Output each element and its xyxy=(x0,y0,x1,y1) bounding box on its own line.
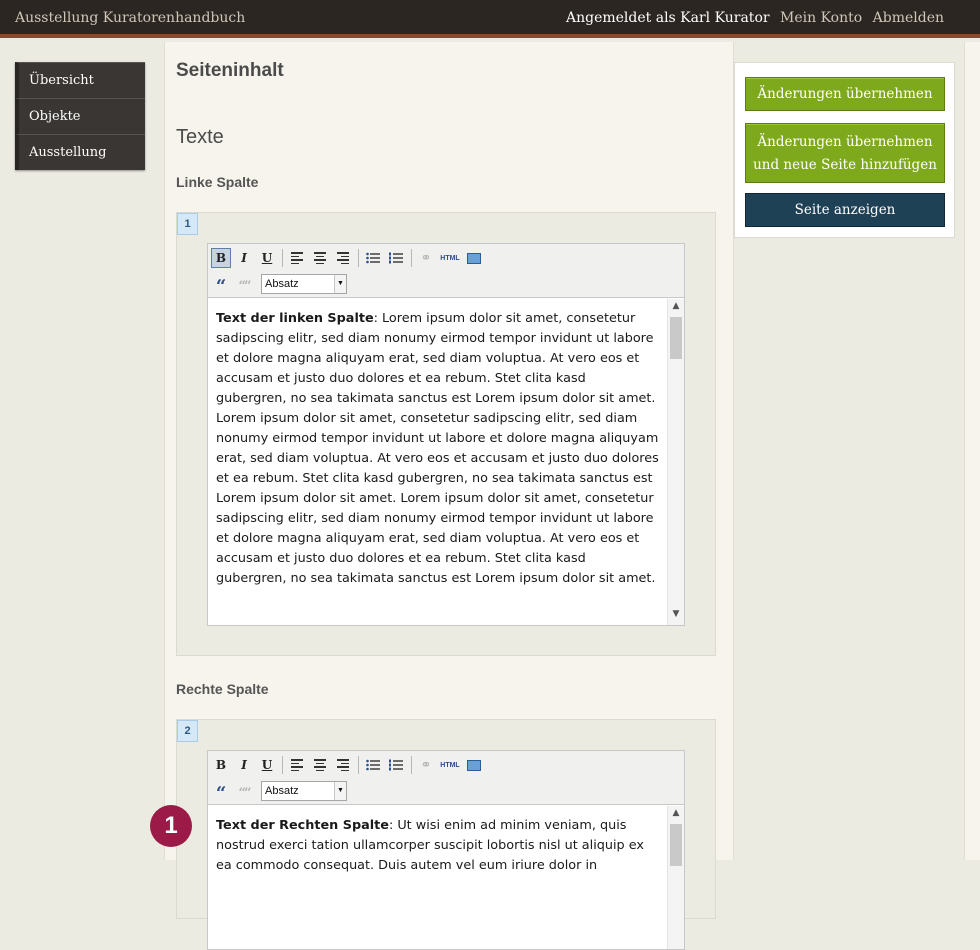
format-select[interactable]: Absatz ▼ xyxy=(261,781,347,801)
sidebar-item-overview[interactable]: Übersicht xyxy=(15,62,145,98)
blockquote-icon[interactable]: “ xyxy=(211,781,231,803)
actions-panel: Änderungen übernehmen Änderungen überneh… xyxy=(734,62,955,238)
remove-blockquote-icon[interactable]: “” xyxy=(234,274,254,294)
editor-content[interactable]: Text der Rechten Spalte: Ut wisi enim ad… xyxy=(208,806,667,949)
sidebar-item-objects[interactable]: Objekte xyxy=(15,98,145,134)
app-title[interactable]: Ausstellung Kuratorenhandbuch xyxy=(15,10,245,26)
editor-toolbar: B I U ⚭ HTML “ “” Absatz ▼ xyxy=(208,751,684,805)
right-edge-panel xyxy=(964,42,980,860)
right-column-heading: Rechte Spalte xyxy=(176,681,269,697)
logged-in-label: Angemeldet als Karl Kurator xyxy=(565,10,770,26)
toolbar-separator xyxy=(358,756,359,774)
align-right-icon[interactable] xyxy=(333,755,353,775)
scroll-thumb[interactable] xyxy=(670,317,682,359)
apply-changes-button[interactable]: Änderungen übernehmen xyxy=(745,77,945,111)
remove-blockquote-icon[interactable]: “” xyxy=(234,781,254,801)
numbered-list-icon[interactable] xyxy=(386,755,406,775)
logout-link[interactable]: Abmelden xyxy=(873,10,944,26)
format-select[interactable]: Absatz ▼ xyxy=(261,274,347,294)
italic-button[interactable]: I xyxy=(234,248,254,268)
editor-toolbar: B I U ⚭ HTML “ “” Absatz ▼ xyxy=(208,244,684,298)
scroll-down-icon[interactable]: ▼ xyxy=(668,609,684,623)
scroll-up-icon[interactable]: ▲ xyxy=(668,808,684,822)
chevron-down-icon: ▼ xyxy=(334,782,346,800)
page-title: Seiteninhalt xyxy=(176,60,284,81)
numbered-list-icon[interactable] xyxy=(386,248,406,268)
bold-button[interactable]: B xyxy=(211,248,231,268)
align-left-icon[interactable] xyxy=(287,248,307,268)
left-column-block: 1 B I U ⚭ HTML “ “” Absatz ▼ Text der li… xyxy=(176,212,716,656)
top-bar: Ausstellung Kuratorenhandbuch Angemeldet… xyxy=(0,0,980,38)
apply-and-add-page-label-line1: Änderungen übernehmen xyxy=(757,134,933,150)
align-center-icon[interactable] xyxy=(310,755,330,775)
link-icon[interactable]: ⚭ xyxy=(416,755,436,775)
media-icon[interactable] xyxy=(464,248,484,268)
block-number-badge: 1 xyxy=(177,213,198,235)
italic-button[interactable]: I xyxy=(234,755,254,775)
sidebar-item-exhibition[interactable]: Ausstellung xyxy=(15,134,145,170)
step-callout-badge: 1 xyxy=(150,805,192,847)
block-number-badge: 2 xyxy=(177,720,198,742)
editor-lead-text: Text der linken Spalte xyxy=(216,311,374,326)
underline-button[interactable]: U xyxy=(257,755,277,775)
rich-text-editor[interactable]: B I U ⚭ HTML xyxy=(207,750,685,950)
html-source-button[interactable]: HTML xyxy=(439,755,461,775)
bullet-list-icon[interactable] xyxy=(363,755,383,775)
apply-and-add-page-button[interactable]: Änderungen übernehmen und neue Seite hin… xyxy=(745,123,945,183)
toolbar-separator xyxy=(411,756,412,774)
account-link[interactable]: Mein Konto xyxy=(780,10,862,26)
chevron-down-icon: ▼ xyxy=(334,275,346,293)
toolbar-separator xyxy=(282,756,283,774)
align-center-icon[interactable] xyxy=(310,248,330,268)
left-column-heading: Linke Spalte xyxy=(176,174,259,190)
sidebar-nav: Übersicht Objekte Ausstellung xyxy=(15,62,145,170)
toolbar-separator xyxy=(282,249,283,267)
editor-scrollbar[interactable]: ▲ xyxy=(667,806,684,949)
underline-button[interactable]: U xyxy=(257,248,277,268)
bullet-list-icon[interactable] xyxy=(363,248,383,268)
rich-text-editor[interactable]: B I U ⚭ HTML xyxy=(207,243,685,626)
editor-content[interactable]: Text der linken Spalte: Lorem ipsum dolo… xyxy=(208,299,667,625)
apply-and-add-page-label-line2: und neue Seite hinzufügen xyxy=(753,157,937,173)
toolbar-separator xyxy=(358,249,359,267)
format-select-value: Absatz xyxy=(265,785,299,797)
view-page-button[interactable]: Seite anzeigen xyxy=(745,193,945,227)
main-panel: Seiteninhalt Texte Linke Spalte 1 B I U xyxy=(164,42,734,950)
section-title: Texte xyxy=(176,126,224,148)
format-select-value: Absatz xyxy=(265,278,299,290)
bold-button[interactable]: B xyxy=(211,755,231,775)
align-left-icon[interactable] xyxy=(287,755,307,775)
toolbar-separator xyxy=(411,249,412,267)
scroll-up-icon[interactable]: ▲ xyxy=(668,301,684,315)
right-column-block: 2 B I U ⚭ HTML “ “” Absatz ▼ Text der Re… xyxy=(176,719,716,950)
align-right-icon[interactable] xyxy=(333,248,353,268)
blockquote-icon[interactable]: “ xyxy=(211,274,231,296)
editor-body-text: : Lorem ipsum dolor sit amet, consetetur… xyxy=(216,311,659,586)
editor-lead-text: Text der Rechten Spalte xyxy=(216,818,389,833)
html-source-button[interactable]: HTML xyxy=(439,248,461,268)
user-menu: Angemeldet als Karl Kurator Mein Konto A… xyxy=(560,10,944,26)
link-icon[interactable]: ⚭ xyxy=(416,248,436,268)
editor-scrollbar[interactable]: ▲ ▼ xyxy=(667,299,684,625)
media-icon[interactable] xyxy=(464,755,484,775)
